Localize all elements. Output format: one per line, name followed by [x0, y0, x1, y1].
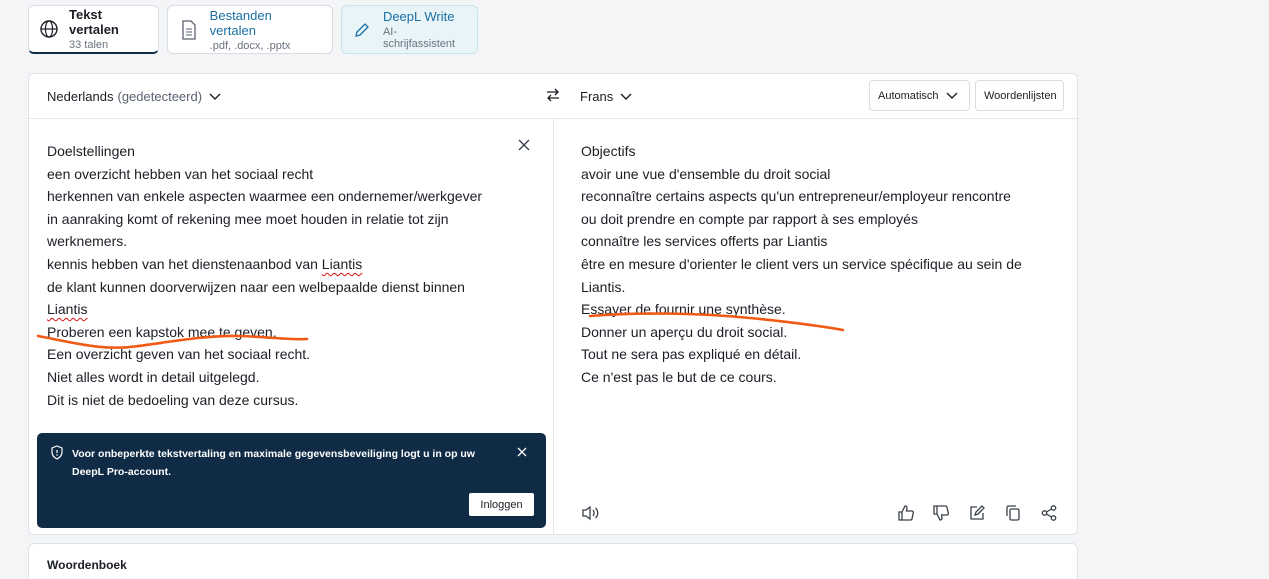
dictionary-title: Woordenboek: [47, 558, 127, 572]
spellcheck-word: Liantis: [321, 255, 363, 272]
pencil-icon: [352, 19, 373, 41]
spellcheck-word: Liantis: [47, 301, 88, 318]
tab-subtitle: .pdf, .docx, .pptx: [209, 39, 291, 52]
source-line: Dit is niet de bedoeling van deze cursus…: [47, 391, 299, 408]
target-line: Essayer de fournir une synthèse.: [581, 301, 786, 318]
translator-toolbar: Nederlands (gedetecteerd) Frans Automati…: [29, 74, 1077, 119]
clear-text-button[interactable]: [517, 138, 531, 157]
source-line: Liantis: [47, 298, 482, 321]
thumbs-down-button[interactable]: [932, 504, 950, 522]
thumbs-up-button[interactable]: [897, 504, 915, 522]
tab-title: Bestanden vertalen: [209, 7, 272, 38]
target-language-select[interactable]: Frans: [580, 89, 633, 104]
source-line: Doelstellingen: [47, 143, 135, 159]
globe-icon: [39, 18, 59, 40]
source-line: herkennen van enkele aspecten waarmee ee…: [47, 188, 483, 205]
source-line: de klant kunnen doorverwijzen naar een w…: [47, 278, 465, 295]
chevron-down-icon: [946, 92, 958, 99]
source-line: Een overzicht geven van het sociaal rech…: [47, 346, 311, 363]
close-icon: [518, 139, 530, 151]
edit-button[interactable]: [968, 504, 986, 522]
target-line: connaître les services offerts par Liant…: [581, 233, 828, 250]
speaker-button[interactable]: [581, 504, 601, 522]
tab-deepl-write[interactable]: DeepL Write AI-schrijfassistent: [341, 5, 478, 54]
target-line: ou doit prendre en compte par rapport à …: [581, 210, 918, 227]
glossary-label: Woordenlijsten: [984, 89, 1057, 102]
thumbs-down-icon: [933, 505, 949, 521]
target-line: être en mesure d'orienter le client vers…: [581, 255, 1022, 272]
target-line: Liantis.: [581, 278, 626, 295]
source-language: Nederlands: [47, 89, 114, 104]
formality-select[interactable]: Automatisch: [869, 80, 970, 111]
source-line: een overzicht hebben van het sociaal rec…: [47, 165, 314, 182]
source-language-select[interactable]: Nederlands (gedetecteerd): [47, 89, 222, 104]
source-line-text: kennis hebben van het dienstenaanbod van: [47, 255, 322, 272]
document-icon: [178, 19, 200, 41]
copy-icon: [1006, 505, 1020, 521]
source-line: kennis hebben van het dienstenaanbod van…: [47, 253, 482, 276]
target-language: Frans: [580, 89, 614, 104]
tab-translate-text[interactable]: Tekst vertalen 33 talen: [28, 5, 159, 54]
source-line: Niet alles wordt in detail uitgelegd.: [47, 368, 260, 385]
dictionary-panel: Woordenboek: [28, 543, 1078, 579]
login-button[interactable]: Inloggen: [469, 493, 534, 516]
swap-languages-button[interactable]: [545, 87, 561, 108]
login-toast: Voor onbeperkte tekstvertaling en maxima…: [37, 433, 546, 528]
chevron-down-icon: [620, 93, 632, 100]
formality-label: Automatisch: [878, 89, 939, 102]
share-button[interactable]: [1040, 504, 1058, 522]
panel-divider: [553, 119, 554, 534]
target-line: Tout ne sera pas expliqué en détail.: [581, 346, 802, 363]
speaker-icon: [582, 505, 599, 521]
share-icon: [1041, 505, 1057, 521]
source-textarea[interactable]: Doelstellingen een overzicht hebben van …: [47, 140, 482, 411]
close-icon: [517, 447, 527, 457]
mode-tabs: Tekst vertalen 33 talen Bestanden vertal…: [28, 5, 478, 54]
translator-panel: Nederlands (gedetecteerd) Frans Automati…: [28, 73, 1078, 535]
tab-subtitle: AI-schrijfassistent: [382, 26, 456, 50]
copy-button[interactable]: [1004, 504, 1022, 522]
tab-subtitle: 33 talen: [69, 39, 109, 51]
target-line: avoir une vue d'ensemble du droit social: [581, 165, 831, 182]
edit-icon: [970, 505, 985, 520]
toast-message: Voor onbeperkte tekstvertaling en maxima…: [72, 448, 475, 478]
source-line: werknemers.: [47, 233, 128, 250]
target-line: reconnaître certains aspects qu'un entre…: [581, 188, 1011, 205]
target-line: Ce n'est pas le but de ce cours.: [581, 368, 777, 385]
target-line: Donner un aperçu du droit social.: [581, 323, 788, 340]
source-line: in aanraking komt of rekening mee moet h…: [47, 210, 449, 227]
tab-title: Tekst vertalen: [69, 7, 119, 37]
thumbs-up-icon: [898, 505, 914, 521]
shield-icon: [50, 445, 64, 465]
detected-label: (gedetecteerd): [117, 89, 203, 104]
swap-icon: [547, 88, 559, 102]
source-line: Proberen een kapstok mee te geven.: [47, 323, 277, 340]
tab-title: DeepL Write: [382, 9, 455, 24]
toast-close-button[interactable]: [516, 445, 528, 463]
chevron-down-icon: [209, 93, 221, 100]
glossary-button[interactable]: Woordenlijsten: [975, 80, 1064, 111]
target-text: Objectifs avoir une vue d'ensemble du dr…: [581, 140, 1022, 389]
target-line: Objectifs: [581, 143, 636, 159]
tab-translate-files[interactable]: Bestanden vertalen .pdf, .docx, .pptx: [167, 5, 333, 54]
